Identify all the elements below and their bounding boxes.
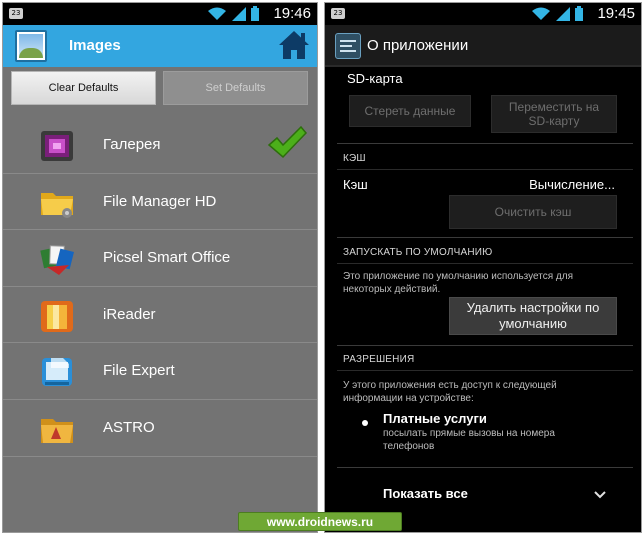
page-title: О приложении — [367, 37, 469, 54]
app-label: File Expert — [103, 362, 175, 380]
page-title: Images — [69, 37, 121, 54]
signal-icon — [556, 6, 570, 21]
check-icon — [267, 125, 307, 159]
permission-description: посылать прямые вызовы на номера телефон… — [383, 428, 555, 452]
defaults-button-row: Clear Defaults Set Defaults — [11, 71, 309, 105]
file-expert-icon — [42, 358, 72, 387]
book-icon — [41, 300, 73, 332]
default-app-chooser-screen: 23 19:46 Images Clear Defaults Set Defau… — [2, 2, 318, 533]
sd-card-label: SD-карта — [347, 71, 403, 86]
show-all-label: Показать все — [383, 486, 468, 501]
permission-title: Платные услуги — [383, 411, 487, 426]
battery-icon — [251, 6, 259, 21]
divider — [337, 467, 633, 468]
divider — [337, 143, 633, 144]
chevron-down-icon — [594, 491, 606, 499]
app-label: iReader — [103, 305, 156, 323]
app-list: Галерея File Manager HD Picsel Smart Off… — [3, 117, 317, 457]
list-item[interactable]: ASTRO — [3, 400, 317, 457]
app-header: Images — [3, 25, 317, 67]
wifi-icon — [208, 7, 226, 20]
permissions-section-header: РАЗРЕШЕНИЯ — [343, 354, 415, 365]
divider — [337, 169, 633, 170]
app-label: ASTRO — [103, 418, 155, 436]
astro-folder-icon — [41, 418, 73, 443]
notification-icon: 23 — [331, 8, 345, 19]
list-item[interactable]: File Expert — [3, 343, 317, 400]
permission-item: Платные услуги посылать прямые вызовы на… — [325, 409, 641, 455]
app-label: Галерея — [103, 136, 161, 153]
cache-value: Вычисление... — [529, 177, 615, 192]
launch-default-description: Это приложение по умолчанию используется… — [343, 271, 574, 295]
settings-icon[interactable] — [335, 33, 361, 59]
home-icon[interactable] — [277, 29, 311, 61]
list-item[interactable]: iReader — [3, 287, 317, 344]
status-time: 19:45 — [597, 5, 635, 22]
folder-icon — [41, 192, 73, 218]
divider — [337, 345, 633, 346]
watermark: www.droidnews.ru — [238, 512, 402, 531]
list-item[interactable]: Галерея — [3, 117, 317, 174]
office-icon — [40, 245, 74, 276]
gallery-icon — [41, 131, 73, 161]
images-app-icon — [15, 30, 47, 62]
status-bar: 23 19:45 — [325, 3, 641, 25]
status-time: 19:46 — [273, 5, 311, 22]
list-item[interactable]: Picsel Smart Office — [3, 230, 317, 287]
divider — [337, 263, 633, 264]
divider — [337, 237, 633, 238]
launch-default-section-header: ЗАПУСКАТЬ ПО УМОЛЧАНИЮ — [343, 247, 493, 258]
cache-label: Кэш — [343, 177, 368, 192]
show-all-row[interactable]: Показать все — [325, 475, 641, 511]
app-label: File Manager HD — [103, 192, 217, 210]
set-defaults-button[interactable]: Set Defaults — [163, 71, 308, 105]
wifi-icon — [532, 7, 550, 20]
clear-defaults-button[interactable]: Clear Defaults — [11, 71, 156, 105]
move-to-sd-button[interactable]: Переместить на SD-карту — [491, 95, 617, 133]
app-info-screen: 23 19:45 О приложении SD-карта Стереть д… — [324, 2, 642, 533]
notification-icon: 23 — [9, 8, 23, 19]
signal-icon — [232, 6, 246, 21]
battery-icon — [575, 6, 583, 21]
app-info-header: О приложении — [325, 25, 641, 67]
list-item[interactable]: File Manager HD — [3, 174, 317, 231]
clear-defaults-button[interactable]: Удалить настройки по умолчанию — [449, 297, 617, 335]
screenshot-root: 23 19:46 Images Clear Defaults Set Defau… — [0, 0, 644, 535]
permissions-description: У этого приложения есть доступ к следующ… — [343, 380, 557, 404]
divider — [337, 370, 633, 371]
clear-cache-button[interactable]: Очистить кэш — [449, 195, 617, 229]
app-label: Picsel Smart Office — [103, 249, 231, 267]
bullet-icon — [362, 420, 368, 426]
clear-data-button[interactable]: Стереть данные — [349, 95, 471, 127]
cache-section-header: КЭШ — [343, 153, 366, 164]
status-bar: 23 19:46 — [3, 3, 317, 25]
